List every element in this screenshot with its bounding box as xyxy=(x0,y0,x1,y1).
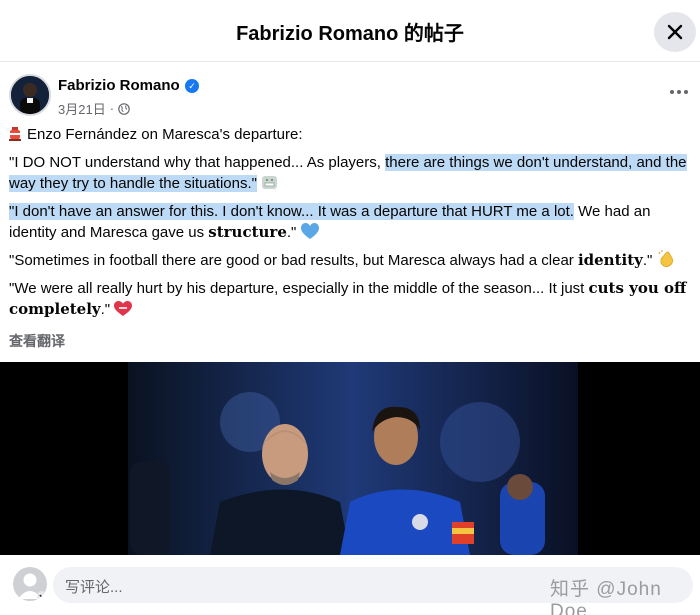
mending-heart-icon xyxy=(114,301,133,316)
photo-manager-and-player xyxy=(0,362,700,555)
grimacing-face-icon xyxy=(262,176,278,189)
quote-4-end: ." xyxy=(100,301,111,318)
close-button[interactable] xyxy=(654,12,696,52)
watermark: 知乎 @John Doe xyxy=(550,579,662,615)
verified-badge-icon: ✓ xyxy=(185,79,199,93)
post-photo[interactable] xyxy=(0,362,700,555)
quote-2-end: ." xyxy=(286,224,297,241)
post-date[interactable]: 3月21日 xyxy=(58,99,106,118)
avatar-photo xyxy=(11,76,49,114)
clapping-hands-icon xyxy=(658,250,673,267)
modal-title: Fabrizio Romano 的帖子 xyxy=(236,23,464,45)
post-headline: Enzo Fernández on Maresca's departure: xyxy=(27,126,303,143)
post-headline-paragraph: Enzo Fernández on Maresca's departure: xyxy=(9,124,697,145)
quote-2-highlight: "I don't have an answer for this. I don'… xyxy=(9,203,574,220)
more-dot xyxy=(677,90,681,94)
post-text: Enzo Fernández on Maresca's departure: "… xyxy=(9,124,697,327)
meta-separator: · xyxy=(109,101,115,116)
quote-4: "We were all really hurt by his departur… xyxy=(9,278,697,320)
post-header: Fabrizio Romano ✓ 3月21日 · xyxy=(0,62,700,124)
more-options-icon xyxy=(670,90,674,94)
quote-2: "I don't have an answer for this. I don'… xyxy=(9,201,697,243)
see-translation-link[interactable]: 查看翻译 xyxy=(9,331,65,351)
quote-1: "I DO NOT understand why that happened..… xyxy=(9,152,697,194)
blue-heart-icon xyxy=(300,223,319,239)
quote-2-bold: structure xyxy=(208,223,287,241)
quote-3-end: ." xyxy=(642,252,653,269)
globe-icon xyxy=(118,102,130,115)
user-avatar-icon[interactable] xyxy=(13,567,47,601)
quote-1-text: "I DO NOT understand why that happened..… xyxy=(9,154,386,171)
quote-3-bold: identity xyxy=(577,251,643,269)
more-dot xyxy=(684,90,688,94)
author-name[interactable]: Fabrizio Romano xyxy=(58,77,180,94)
author-avatar[interactable] xyxy=(9,74,51,116)
comment-placeholder: 写评论... xyxy=(65,579,123,596)
quote-3: "Sometimes in football there are good or… xyxy=(9,250,697,271)
post-meta: 3月21日 · xyxy=(58,99,130,118)
default-avatar-silhouette xyxy=(18,573,47,601)
quote-4-text: "We were all really hurt by his departur… xyxy=(9,280,589,297)
modal-header: Fabrizio Romano 的帖子 xyxy=(0,0,700,62)
comment-bar: 写评论... 知乎 @John Doe xyxy=(0,555,700,615)
red-buoy-icon xyxy=(9,127,21,141)
close-icon xyxy=(667,24,683,40)
more-options-button[interactable] xyxy=(664,82,694,102)
quote-3-text: "Sometimes in football there are good or… xyxy=(9,252,578,269)
comment-input[interactable]: 写评论... 知乎 @John Doe xyxy=(53,567,693,615)
